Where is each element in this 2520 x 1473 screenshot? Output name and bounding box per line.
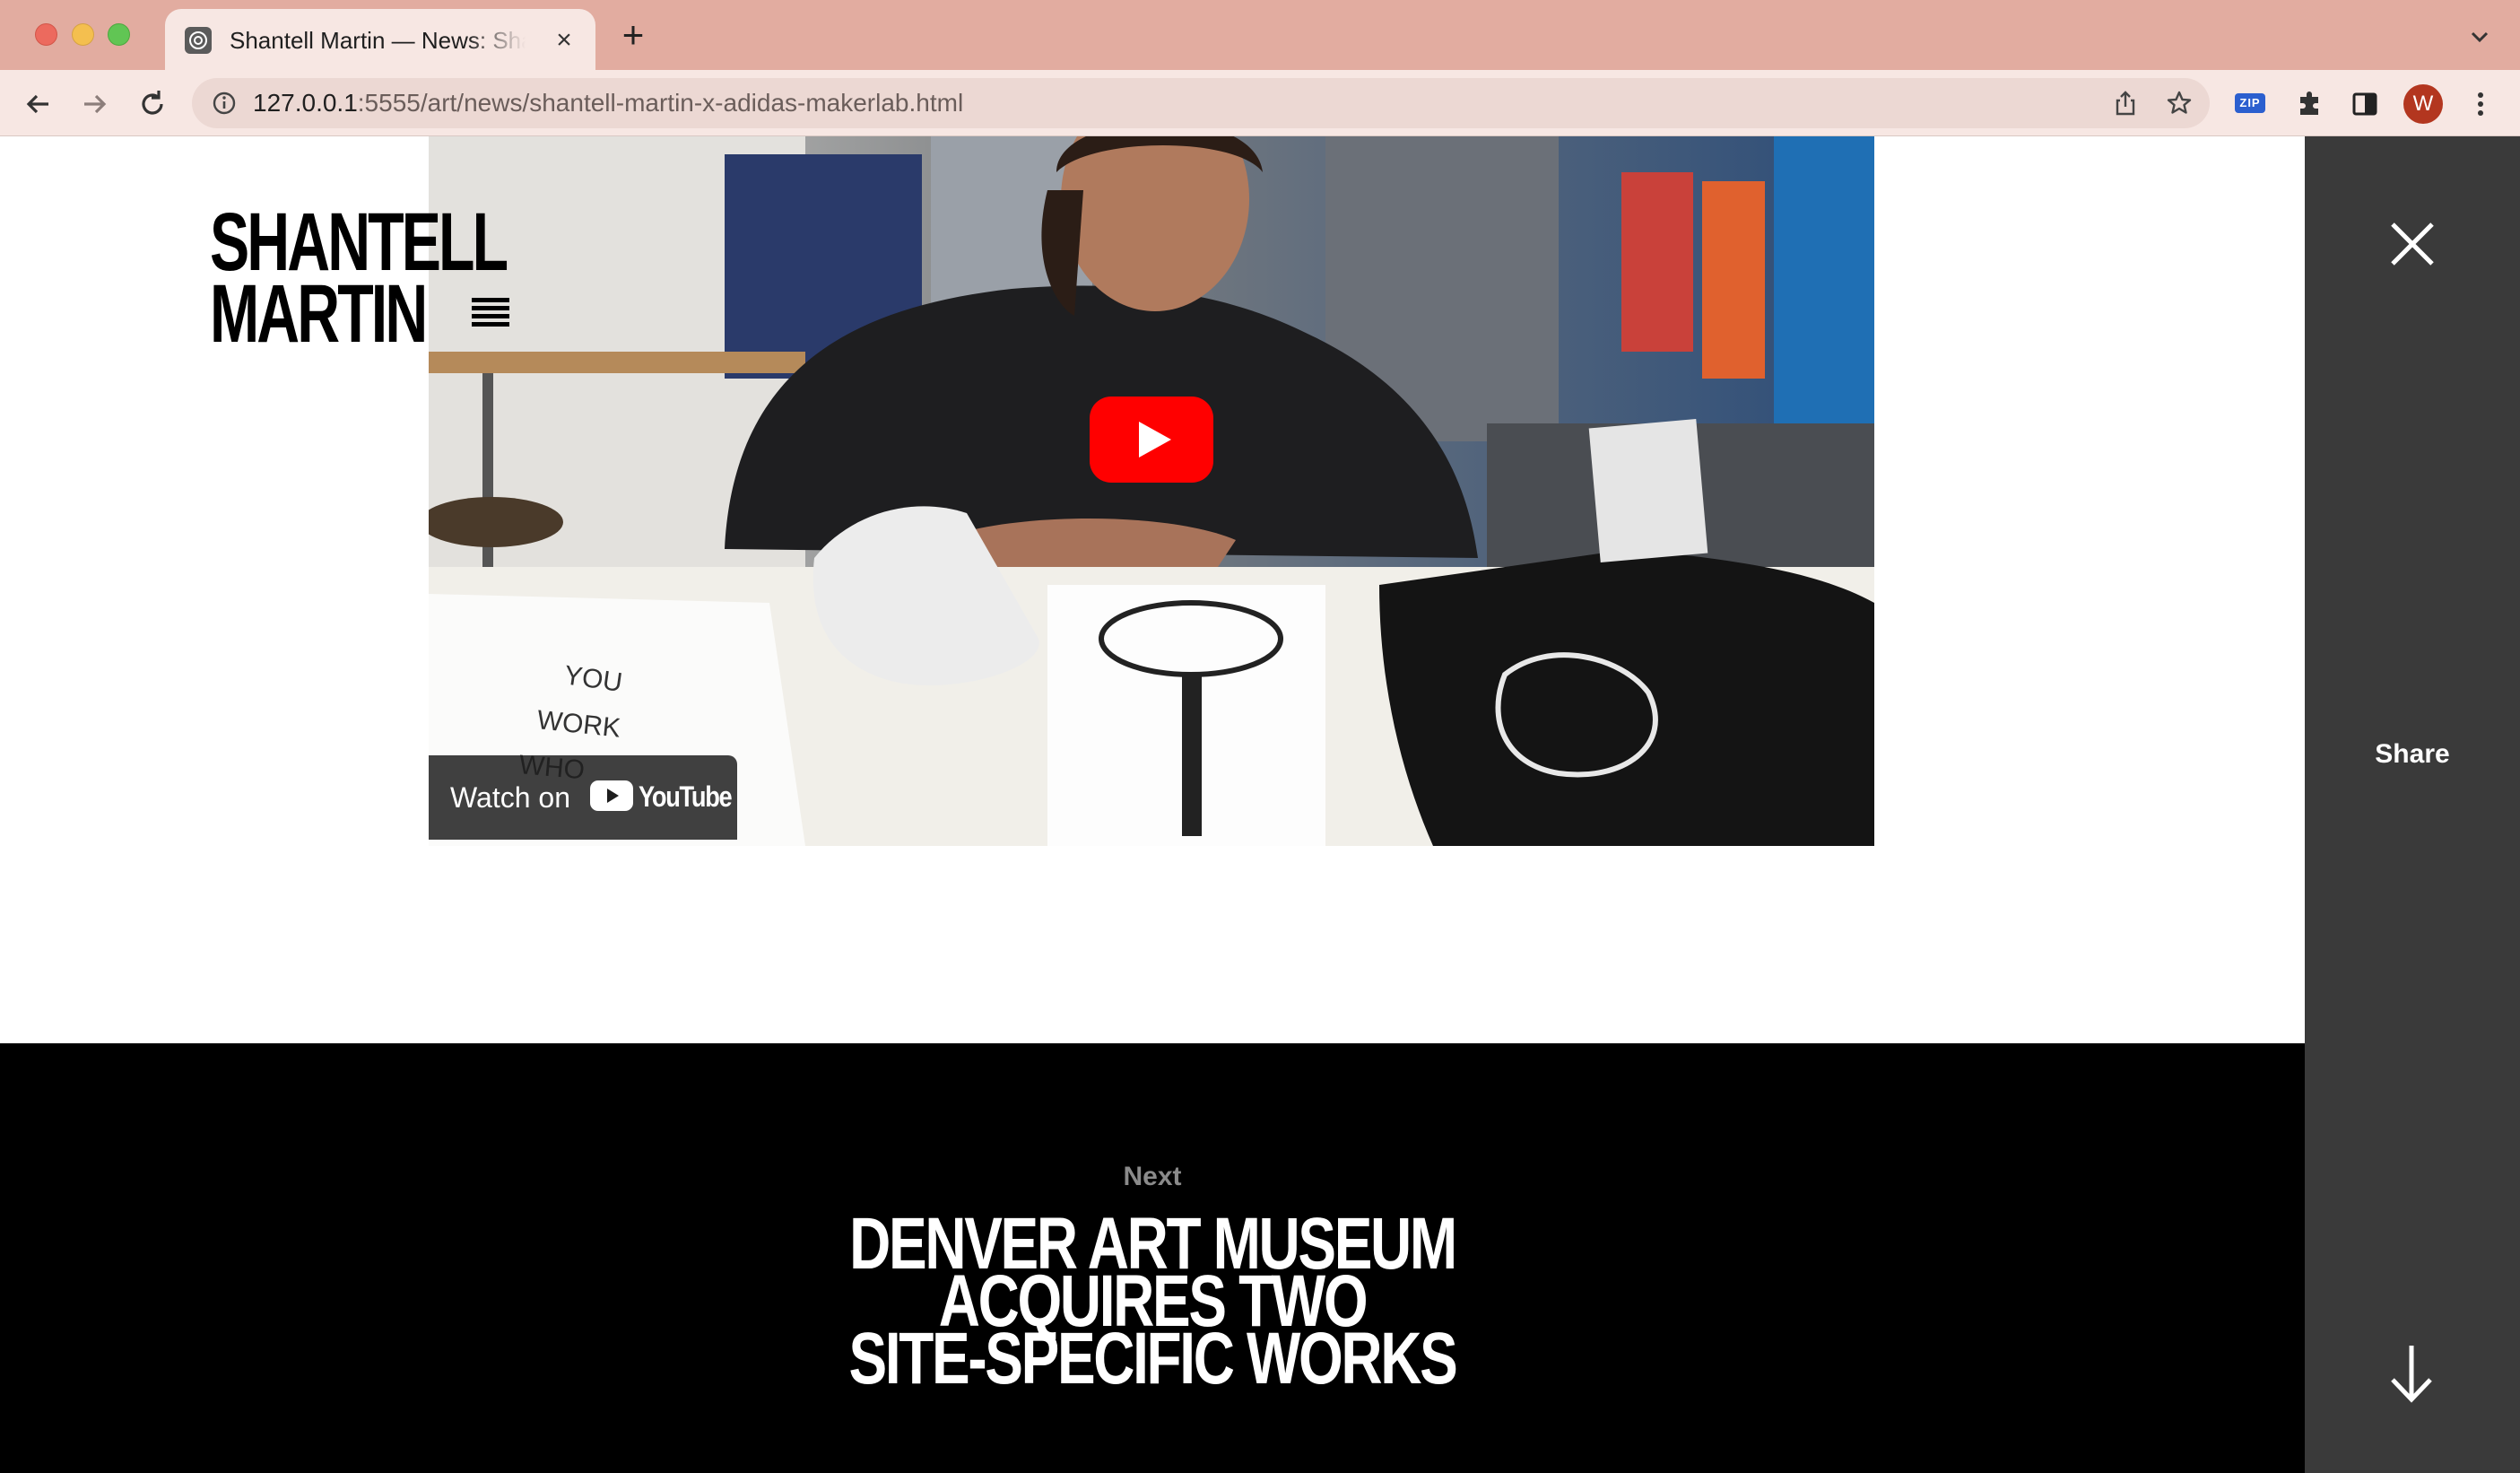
youtube-video-embed[interactable]: YOU WORK WHO Watch on YouTube: [429, 136, 1874, 846]
back-icon[interactable]: [20, 86, 56, 122]
url-host: 127.0.0.1: [253, 89, 358, 117]
next-title-line-1: DENVER ART MUSEUM ACQUIRES TWO: [849, 1203, 1457, 1342]
site-favicon-icon: [185, 27, 212, 54]
url-text[interactable]: 127.0.0.1:5555/art/news/shantell-martin-…: [253, 87, 963, 119]
youtube-play-button[interactable]: [1090, 397, 1213, 483]
window-zoom-button[interactable]: [108, 23, 130, 46]
window-close-button[interactable]: [35, 23, 57, 46]
new-tab-button[interactable]: +: [617, 16, 649, 54]
browser-toolbar: 127.0.0.1:5555/art/news/shantell-martin-…: [0, 70, 2520, 136]
logo-line-1: SHANTELL: [210, 196, 508, 288]
youtube-wordmark: YouTube: [639, 780, 733, 813]
logo-line-2: MARTIN: [210, 268, 428, 360]
watch-on-youtube-link[interactable]: Watch on YouTube: [429, 755, 737, 840]
next-label: Next: [1123, 1162, 1182, 1191]
zip-extension-icon[interactable]: ZIP: [2235, 93, 2265, 113]
arrow-down-icon[interactable]: [2389, 1344, 2434, 1403]
tab-dropdown-icon[interactable]: [2466, 23, 2493, 50]
side-panel-icon[interactable]: [2347, 86, 2383, 122]
share-button[interactable]: Share: [2305, 739, 2520, 770]
url-path: :5555/art/news/shantell-martin-x-adidas-…: [357, 89, 964, 117]
next-article-title[interactable]: DENVER ART MUSEUM ACQUIRES TWO SITE-SPEC…: [786, 1203, 1520, 1399]
video-thumbnail: YOU WORK WHO: [429, 136, 1874, 846]
reload-icon[interactable]: [135, 86, 170, 122]
active-tab[interactable]: Shantell Martin — News: Shantell Martin …: [165, 9, 595, 70]
share-sidebar: Share: [2305, 136, 2520, 1473]
kebab-menu-icon[interactable]: [2463, 86, 2498, 122]
next-article-section[interactable]: Next DENVER ART MUSEUM ACQUIRES TWO SITE…: [0, 1043, 2310, 1473]
puzzle-icon[interactable]: [2291, 86, 2327, 122]
share-icon[interactable]: [2111, 89, 2140, 118]
close-icon[interactable]: [2389, 221, 2436, 267]
address-bar[interactable]: 127.0.0.1:5555/art/news/shantell-martin-…: [192, 78, 2210, 128]
forward-icon[interactable]: [77, 86, 113, 122]
window-minimize-button[interactable]: [72, 23, 94, 46]
profile-avatar[interactable]: W: [2403, 84, 2443, 124]
tab-title: Shantell Martin — News: Shantell Martin …: [230, 27, 526, 54]
star-icon[interactable]: [2165, 89, 2194, 118]
next-title-line-2: SITE-SPECIFIC WORKS: [848, 1318, 1458, 1399]
hamburger-menu-icon[interactable]: [472, 296, 509, 327]
youtube-logo-icon: [590, 780, 633, 811]
info-icon[interactable]: [212, 91, 237, 116]
tab-close-icon[interactable]: ×: [551, 27, 578, 54]
browser-tab-bar: Shantell Martin — News: Shantell Martin …: [0, 0, 2520, 70]
page-content: YOU WORK WHO Watch on YouTube SHANTELL M…: [0, 136, 2520, 1473]
watch-on-label: Watch on: [450, 781, 570, 814]
site-logo[interactable]: SHANTELL MARTIN: [210, 196, 533, 360]
